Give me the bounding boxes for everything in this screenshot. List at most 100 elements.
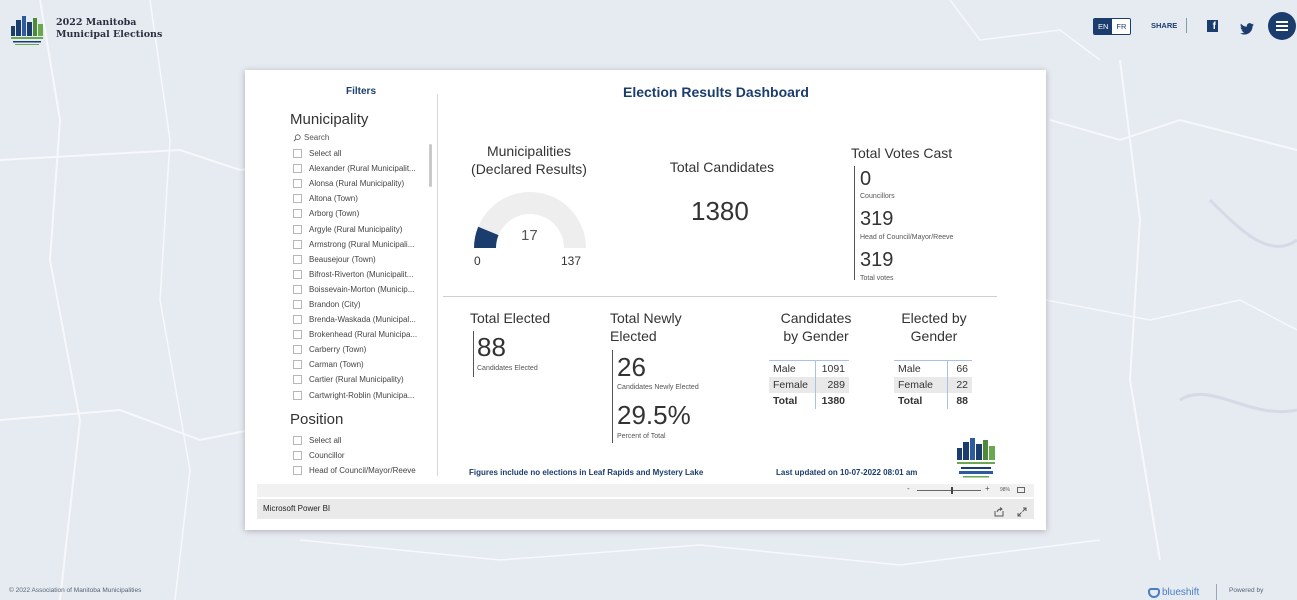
share-icon[interactable]	[994, 504, 1004, 517]
municipality-item[interactable]: Cartwright-Roblin (Municipa...	[293, 388, 432, 403]
checkbox[interactable]	[293, 284, 302, 294]
total-elected-label: Total Elected	[470, 310, 551, 326]
municipality-item[interactable]: Armstrong (Rural Municipali...	[293, 237, 432, 252]
site-title[interactable]: 2022 Manitoba Municipal Elections	[56, 17, 162, 41]
municipality-item[interactable]: Alonsa (Rural Municipality)	[293, 176, 432, 191]
gender-row: Total 88	[894, 392, 972, 409]
checkbox[interactable]	[293, 179, 302, 189]
checkbox[interactable]	[293, 209, 302, 219]
position-item-label: Councillor	[309, 451, 345, 461]
municipality-item-label: Select all	[309, 149, 342, 159]
last-updated: Last updated on 10-07-2022 08:01 am	[776, 468, 918, 477]
municipality-item[interactable]: Carberry (Town)	[293, 342, 432, 357]
zoom-out-button[interactable]: -	[907, 484, 910, 493]
blueshift-icon	[1148, 587, 1160, 598]
checkbox[interactable]	[293, 149, 302, 159]
checkbox[interactable]	[293, 390, 302, 400]
gender-value-cell: 22	[946, 376, 972, 393]
total-elected-divider	[473, 331, 474, 377]
checkbox[interactable]	[293, 345, 302, 355]
checkbox[interactable]	[293, 299, 302, 309]
zoom-in-button[interactable]: +	[985, 484, 990, 493]
site-title-line1: 2022 Manitoba	[56, 17, 137, 28]
blueshift-logo[interactable]: blueshift	[1148, 587, 1199, 598]
checkbox[interactable]	[293, 330, 302, 340]
zoom-strip: - + 98%	[257, 484, 1034, 497]
checkbox[interactable]	[293, 224, 302, 234]
gender-row: Male 1091	[769, 360, 849, 377]
municipality-search[interactable]: Search	[293, 133, 329, 142]
municipality-item[interactable]: Select all	[293, 146, 432, 161]
lang-fr-button[interactable]: FR	[1112, 19, 1131, 34]
municipality-item-label: Brenda-Waskada (Municipal...	[309, 315, 416, 325]
fit-to-page-icon[interactable]	[1017, 487, 1025, 493]
checkbox[interactable]	[293, 315, 302, 325]
total-votes-divider	[854, 166, 855, 280]
municipality-item[interactable]: Carman (Town)	[293, 357, 432, 372]
powerbi-link[interactable]: Microsoft Power BI	[263, 504, 330, 513]
position-item[interactable]: Head of Council/Mayor/Reeve	[293, 463, 432, 478]
municipality-item[interactable]: Brandon (City)	[293, 297, 432, 312]
search-input[interactable]: Search	[304, 133, 329, 142]
newly-elected-value: 26	[617, 352, 646, 382]
checkbox[interactable]	[293, 254, 302, 264]
filters-divider	[437, 94, 438, 476]
language-toggle[interactable]: EN FR	[1093, 18, 1132, 35]
municipality-item[interactable]: Cartier (Rural Municipality)	[293, 372, 432, 387]
checkbox[interactable]	[293, 451, 302, 461]
total-elected-sublabel: Candidates Elected	[477, 365, 538, 372]
municipality-item[interactable]: Alexander (Rural Municipalit...	[293, 161, 432, 176]
municipality-item[interactable]: Beausejour (Town)	[293, 252, 432, 267]
checkbox[interactable]	[293, 436, 302, 446]
position-item[interactable]: Councillor	[293, 448, 432, 463]
fullscreen-icon[interactable]	[1017, 504, 1027, 517]
amm-logo[interactable]	[9, 12, 45, 46]
checkbox[interactable]	[293, 239, 302, 249]
municipality-item[interactable]: Brenda-Waskada (Municipal...	[293, 312, 432, 327]
municipality-item-label: Bifrost-Riverton (Municipalit...	[309, 269, 414, 279]
checkbox[interactable]	[293, 194, 302, 204]
checkbox[interactable]	[293, 164, 302, 174]
copyright-text: © 2022 Association of Manitoba Municipal…	[9, 587, 142, 594]
dashboard-divider	[443, 296, 997, 297]
municipality-item[interactable]: Arborg (Town)	[293, 206, 432, 221]
municipality-item[interactable]: Boissevain-Morton (Municip...	[293, 282, 432, 297]
candidates-gender-label-line1: Candidates	[780, 310, 852, 326]
checkbox[interactable]	[293, 269, 302, 279]
zoom-slider[interactable]	[917, 490, 981, 491]
municipality-item-label: Argyle (Rural Municipality)	[309, 224, 403, 234]
newly-elected-sublabel: Candidates Newly Elected	[617, 384, 699, 391]
gender-cell: Male	[894, 360, 948, 377]
newly-elected-label-line2: Elected	[610, 328, 657, 344]
gender-cell: Female	[769, 376, 816, 393]
municipality-item-label: Alexander (Rural Municipalit...	[309, 164, 416, 174]
municipality-item[interactable]: Argyle (Rural Municipality)	[293, 221, 432, 236]
gender-value-cell: 88	[946, 392, 972, 409]
gender-cell: Female	[894, 376, 948, 393]
gender-cell: Total	[898, 394, 923, 407]
zoom-slider-thumb[interactable]	[951, 487, 953, 494]
gender-value-cell: 1091	[814, 360, 849, 377]
hamburger-menu-icon[interactable]	[1268, 12, 1296, 40]
candidates-gender-label-line2: by Gender	[783, 328, 849, 344]
share-label: SHARE	[1151, 21, 1178, 30]
municipalities-label-line2: (Declared Results)	[471, 161, 587, 177]
municipality-item[interactable]: Brokenhead (Rural Municipa...	[293, 327, 432, 342]
footnote: Figures include no elections in Leaf Rap…	[469, 468, 704, 477]
municipality-list-scrollbar[interactable]	[429, 144, 432, 187]
gauge-max: 137	[561, 254, 582, 268]
lang-en-button[interactable]: EN	[1094, 19, 1113, 34]
municipality-item[interactable]: Bifrost-Riverton (Municipalit...	[293, 267, 432, 282]
facebook-icon[interactable]: f	[1207, 20, 1218, 32]
municipality-item-label: Carman (Town)	[309, 360, 364, 370]
municipality-item[interactable]: Altona (Town)	[293, 191, 432, 206]
gender-cell: Male	[769, 360, 816, 377]
position-item-label: Select all	[309, 436, 342, 446]
twitter-icon[interactable]	[1240, 20, 1254, 35]
checkbox[interactable]	[293, 375, 302, 385]
checkbox[interactable]	[293, 360, 302, 370]
checkbox[interactable]	[293, 466, 302, 476]
total-elected-value: 88	[477, 332, 506, 362]
position-item[interactable]: Select all	[293, 433, 432, 448]
municipality-item-label: Beausejour (Town)	[309, 254, 376, 264]
